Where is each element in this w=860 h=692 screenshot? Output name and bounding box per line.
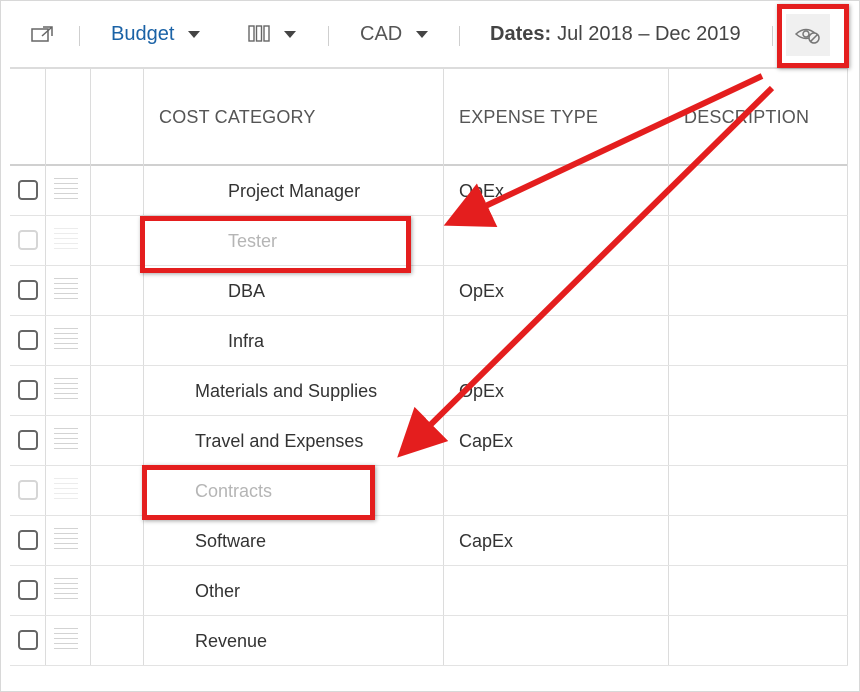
drag-handle-icon[interactable]	[54, 428, 78, 452]
dates-label: Dates:	[490, 22, 552, 45]
drag-handle-icon[interactable]	[54, 478, 78, 502]
row-checkbox[interactable]	[18, 280, 38, 300]
row-checkbox[interactable]	[18, 330, 38, 350]
chevron-down-icon	[284, 30, 296, 38]
highlight-box-tester	[140, 216, 411, 273]
table-row[interactable]: Other	[10, 566, 848, 616]
cell-cost-category[interactable]: Infra	[228, 316, 264, 366]
toolbar-separator	[772, 26, 773, 46]
popout-button[interactable]	[30, 0, 56, 68]
cost-grid: COST CATEGORY EXPENSE TYPE DESCRIPTION P…	[10, 67, 848, 667]
drag-handle-icon[interactable]	[54, 278, 78, 302]
table-row[interactable]: Tester	[10, 216, 848, 266]
highlight-box-contracts	[142, 465, 375, 520]
row-checkbox[interactable]	[18, 530, 38, 550]
row-checkbox[interactable]	[18, 230, 38, 250]
dates-value: Jul 2018 – Dec 2019	[557, 22, 741, 45]
cell-cost-category[interactable]: Travel and Expenses	[195, 416, 363, 466]
cell-expense-type[interactable]: OpEx	[459, 366, 504, 416]
cell-cost-category[interactable]: Materials and Supplies	[195, 366, 377, 416]
table-row[interactable]: Travel and Expenses CapEx	[10, 416, 848, 466]
toolbar-separator	[328, 26, 329, 46]
cell-cost-category[interactable]: DBA	[228, 266, 265, 316]
chevron-down-icon	[416, 30, 429, 38]
row-checkbox[interactable]	[18, 480, 38, 500]
budget-label: Budget	[111, 22, 175, 45]
cell-cost-category[interactable]: Software	[195, 516, 266, 566]
cell-expense-type[interactable]: OpEx	[459, 166, 504, 216]
drag-handle-icon[interactable]	[54, 178, 78, 202]
row-checkbox[interactable]	[18, 380, 38, 400]
drag-handle-icon[interactable]	[54, 328, 78, 352]
cell-expense-type[interactable]: CapEx	[459, 416, 513, 466]
table-row[interactable]: Project Manager OpEx	[10, 166, 848, 216]
column-header-expense-type[interactable]: EXPENSE TYPE	[459, 69, 598, 166]
toolbar: Budget CAD Dates: Jul 2018 – Dec 2019	[0, 0, 860, 68]
table-row[interactable]: Contracts	[10, 466, 848, 516]
column-header-description[interactable]: DESCRIPTION	[684, 69, 809, 166]
currency-dropdown[interactable]: CAD	[360, 0, 429, 68]
dates-selector[interactable]: Dates: Jul 2018 – Dec 2019	[490, 0, 741, 68]
budget-dropdown[interactable]: Budget	[111, 0, 201, 68]
chevron-down-icon	[188, 30, 201, 38]
drag-handle-icon[interactable]	[54, 578, 78, 602]
table-row[interactable]: Infra	[10, 316, 848, 366]
row-checkbox[interactable]	[18, 580, 38, 600]
row-checkbox[interactable]	[18, 430, 38, 450]
drag-handle-icon[interactable]	[54, 628, 78, 652]
external-link-icon	[31, 26, 53, 42]
table-row[interactable]: Software CapEx	[10, 516, 848, 566]
table-row[interactable]: DBA OpEx	[10, 266, 848, 316]
highlight-box-eye-button	[777, 4, 849, 68]
columns-icon	[248, 25, 270, 42]
cell-cost-category[interactable]: Project Manager	[228, 166, 360, 216]
toolbar-separator	[79, 26, 80, 46]
toolbar-separator	[459, 26, 460, 46]
drag-handle-icon[interactable]	[54, 528, 78, 552]
row-checkbox[interactable]	[18, 630, 38, 650]
table-row[interactable]: Revenue	[10, 616, 848, 666]
cell-expense-type[interactable]: CapEx	[459, 516, 513, 566]
columns-dropdown[interactable]	[248, 0, 296, 68]
table-row[interactable]: Materials and Supplies OpEx	[10, 366, 848, 416]
cell-expense-type[interactable]: OpEx	[459, 266, 504, 316]
currency-label: CAD	[360, 22, 403, 45]
grid-header: COST CATEGORY EXPENSE TYPE DESCRIPTION	[10, 69, 848, 166]
column-header-cost-category[interactable]: COST CATEGORY	[159, 69, 316, 166]
drag-handle-icon[interactable]	[54, 378, 78, 402]
row-checkbox[interactable]	[18, 180, 38, 200]
cell-cost-category[interactable]: Other	[195, 566, 240, 616]
cell-cost-category[interactable]: Revenue	[195, 616, 267, 666]
drag-handle-icon[interactable]	[54, 228, 78, 252]
